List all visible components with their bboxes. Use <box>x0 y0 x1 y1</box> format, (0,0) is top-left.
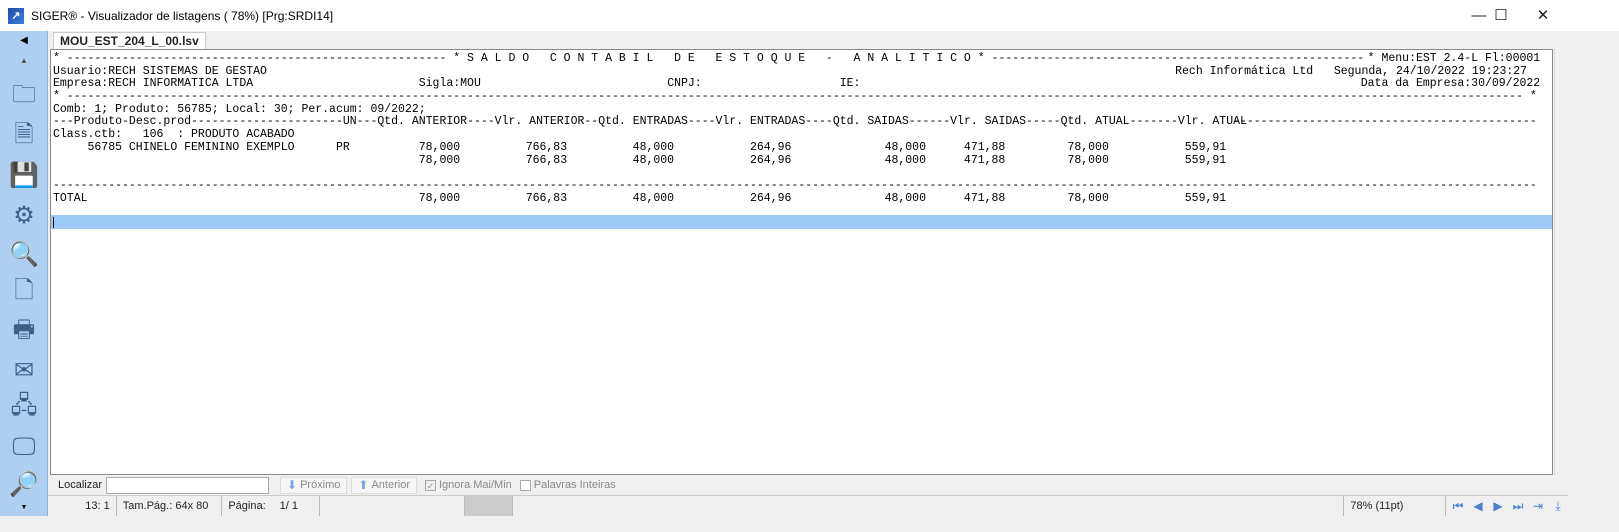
zoom-in-icon[interactable]: 🔎 <box>8 468 40 500</box>
folder-open-icon[interactable]: 🗀 <box>8 81 40 113</box>
window-title: SIGER® - Visualizador de listagens ( 78%… <box>31 8 334 23</box>
star: * <box>53 52 60 65</box>
collapse-left-icon[interactable]: ◀ <box>8 33 40 47</box>
whole-words-checkbox[interactable]: Palavras Inteiras <box>519 479 616 491</box>
last-page-icon[interactable]: ⏭ <box>1510 498 1526 514</box>
arrow-up-icon: ⬆ <box>358 478 369 492</box>
status-empty <box>465 496 514 516</box>
report-viewer[interactable]: * --------------------------------------… <box>50 49 1553 475</box>
qtd-entradas: 48,000 <box>632 153 675 167</box>
page-down-icon[interactable]: ⤓ <box>1550 498 1566 514</box>
ignore-case-label: Ignora Mai/Min <box>439 479 512 491</box>
separator: ----------------------------------------… <box>53 178 1537 192</box>
scroll-down-icon[interactable]: ▼ <box>8 501 40 513</box>
settings-icon[interactable]: ⚙ <box>8 199 40 231</box>
monitor-icon[interactable]: 🖵 <box>8 431 40 463</box>
next-page-icon[interactable]: ▶ <box>1490 498 1506 514</box>
preview-icon[interactable]: 🔍 <box>8 238 40 270</box>
total-label: TOTAL <box>53 191 88 205</box>
page-size: Tam.Pág.: 64x 80 <box>117 496 223 516</box>
qtd-saidas: 48,000 <box>884 191 926 205</box>
maximize-button[interactable]: ☐ <box>1478 0 1524 31</box>
page-indicator: Página: 1/ 1 <box>222 496 320 516</box>
close-button[interactable]: ✕ <box>1520 0 1566 31</box>
page-label: Página: <box>228 500 266 512</box>
vlr-anterior: 766,83 <box>525 191 568 205</box>
vlr-anterior: 766,83 <box>525 153 568 167</box>
report-title: * S A L D O C O N T A B I L D E E S T O … <box>453 52 985 65</box>
class-ctb: Class.ctb: 106 : PRODUTO ACABADO <box>53 128 295 142</box>
previous-button[interactable]: ⬆ Anterior <box>351 476 417 494</box>
tab-report-file[interactable]: MOU_EST_204_L_00.lsv <box>53 32 206 50</box>
checkbox-icon <box>519 479 531 491</box>
zoom-level: 78% (11pt) <box>1344 496 1447 516</box>
ignore-case-checkbox[interactable]: ✓ Ignora Mai/Min <box>425 479 512 491</box>
qtd-anterior: 78,000 <box>418 191 461 205</box>
table-row: 56785 CHINELO FEMININO EXEMPLO PR 78,000… <box>53 140 1544 155</box>
qtd-atual: 78,000 <box>1067 191 1109 205</box>
product-desc: 56785 CHINELO FEMININO EXEMPLO <box>87 140 295 154</box>
vlr-saidas: 471,88 <box>963 191 1006 205</box>
arrow-down-icon: ⬇ <box>287 478 298 492</box>
vlr-saidas: 471,88 <box>963 153 1006 167</box>
status-empty <box>320 496 466 516</box>
total-row: TOTAL 78,000 766,83 48,000 264,96 48,000 471,… <box>53 191 1544 206</box>
document-delete-icon[interactable]: 🗎 <box>8 121 40 153</box>
title-bar: ↗ SIGER® - Visualizador de listagens ( 7… <box>0 0 1619 31</box>
separator: ----------------------------------------… <box>1233 115 1537 129</box>
find-input[interactable] <box>106 476 269 494</box>
first-page-icon[interactable]: ⏮ <box>1450 498 1466 514</box>
tab-bar: MOU_EST_204_L_00.lsv <box>48 31 1619 50</box>
vlr-atual: 559,91 <box>1184 191 1227 205</box>
status-bar: 13: 1 Tam.Pág.: 64x 80 Página: 1/ 1 78% (… <box>48 495 1568 516</box>
goto-page-icon[interactable]: ⇥ <box>1530 498 1546 514</box>
status-empty <box>513 496 1345 516</box>
save-icon[interactable]: 💾 <box>8 159 40 191</box>
qtd-entradas: 48,000 <box>632 191 675 205</box>
previous-page-icon[interactable]: ◀ <box>1470 498 1486 514</box>
app-logo-icon: ↗ <box>8 7 24 24</box>
previous-label: Anterior <box>371 479 410 491</box>
vertical-scrollbar[interactable] <box>1554 49 1566 475</box>
qtd-saidas: 48,000 <box>884 153 926 167</box>
printer-icon[interactable]: 🖶 <box>8 316 40 348</box>
page-value: 1/ 1 <box>279 500 298 512</box>
email-icon[interactable]: ✉ <box>8 354 40 386</box>
qtd-atual: 78,000 <box>1067 153 1109 167</box>
separator: ----------------------------------------… <box>66 52 447 65</box>
vlr-entradas: 264,96 <box>749 191 792 205</box>
checkbox-checked-icon: ✓ <box>425 479 436 491</box>
current-line-highlight <box>51 215 1552 229</box>
toolbar-sidebar: ◀ ▲ 🗀 🗎 💾 ⚙ 🔍 🗋 🖶 ✉ 🖧 🖵 🔎 ▼ <box>0 31 48 516</box>
table-row: 78,000 766,83 48,000 264,96 48,000 471,88 78,0… <box>53 153 1544 168</box>
scroll-up-icon[interactable]: ▲ <box>8 53 40 67</box>
whole-words-label: Palavras Inteiras <box>533 479 616 491</box>
find-bar: Localizar ⬇ Próximo ⬆ Anterior ✓ Ignora Mai… <box>48 476 1568 494</box>
cursor-position: 13: 1 <box>48 496 117 516</box>
next-button[interactable]: ⬇ Próximo <box>280 476 348 494</box>
find-label: Localizar <box>58 479 103 491</box>
unit: PR <box>335 140 350 154</box>
vlr-entradas: 264,96 <box>749 153 792 167</box>
network-icon[interactable]: 🖧 <box>8 392 40 424</box>
separator: ----------------------------------------… <box>66 90 1523 104</box>
pdf-icon[interactable]: 🗋 <box>8 277 40 309</box>
next-label: Próximo <box>300 479 341 491</box>
qtd-anterior: 78,000 <box>418 153 461 167</box>
vlr-atual: 559,91 <box>1184 153 1227 167</box>
